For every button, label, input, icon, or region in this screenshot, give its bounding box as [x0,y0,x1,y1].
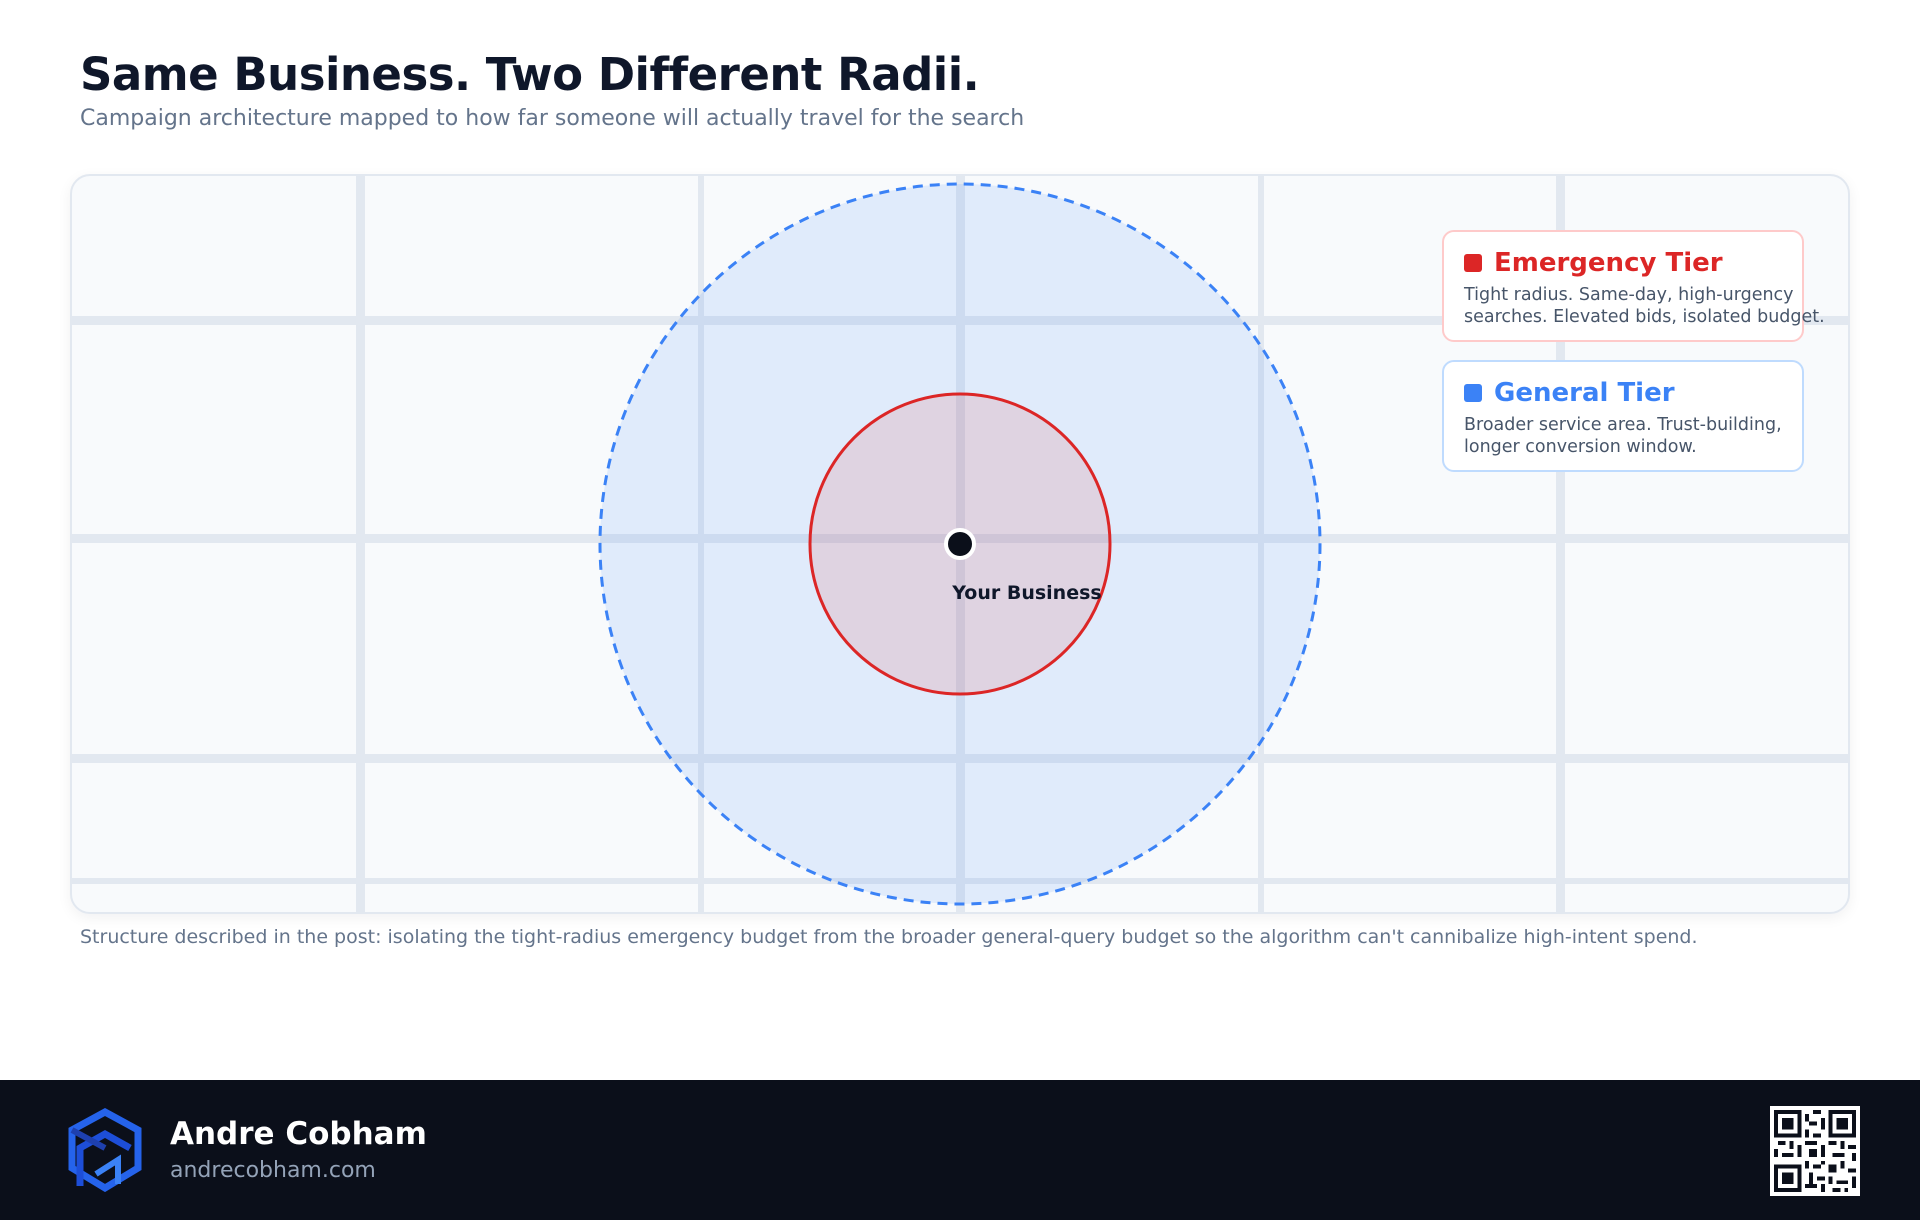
business-label: Your Business [952,582,1102,604]
page-title: Same Business. Two Different Radii. [80,48,980,101]
general-swatch-icon [1464,384,1482,402]
radius-map: Your Business Emergency Tier Tight radiu… [70,174,1850,914]
qr-code-icon [1770,1106,1860,1196]
emergency-tier-name: Emergency Tier [1494,248,1723,278]
diagram-caption: Structure described in the post: isolati… [80,926,1698,948]
legend-general-tier: General Tier Broader service area. Trust… [1442,360,1804,472]
emergency-swatch-icon [1464,254,1482,272]
emergency-tier-description: Tight radius. Same-day, high-urgency sea… [1464,285,1825,327]
legend-emergency-tier: Emergency Tier Tight radius. Same-day, h… [1442,230,1825,342]
general-tier-name: General Tier [1494,378,1675,408]
general-tier-description: Broader service area. Trust-building, lo… [1464,415,1782,457]
page-subtitle: Campaign architecture mapped to how far … [80,106,1025,131]
author-name: Andre Cobham [170,1116,427,1152]
author-website: andrecobham.com [170,1158,376,1183]
street-vertical-1 [356,176,365,912]
business-location-pin-icon [944,528,976,560]
brand-logo-icon [68,1108,142,1192]
footer: Andre Cobham andrecobham.com [0,1080,1920,1220]
page: Same Business. Two Different Radii. Camp… [0,0,1920,1220]
